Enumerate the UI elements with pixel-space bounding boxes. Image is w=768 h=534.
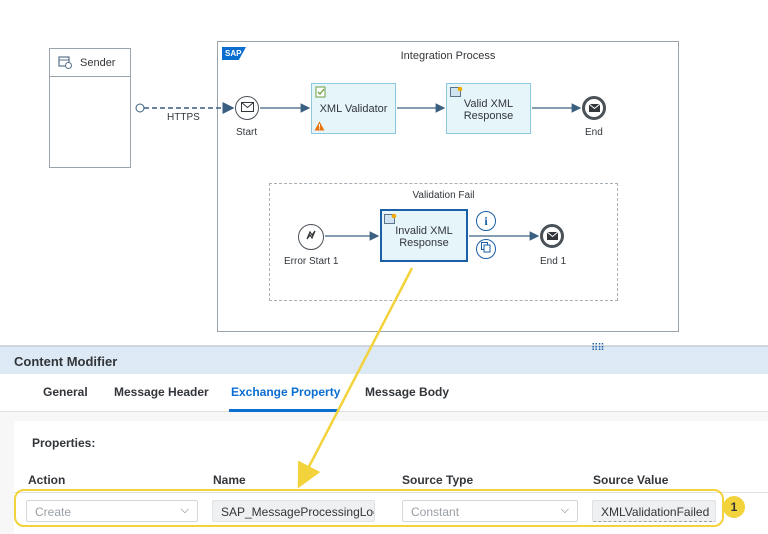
panel-tabs: General Message Header Exchange Property…	[0, 374, 768, 412]
row-highlight-box	[14, 489, 724, 527]
info-button[interactable]: i	[476, 211, 496, 231]
start-event[interactable]	[235, 96, 259, 120]
copy-button[interactable]	[476, 239, 496, 259]
envelope-filled-icon	[546, 227, 558, 245]
envelope-filled-icon	[588, 99, 600, 117]
error-lightning-icon	[305, 228, 317, 246]
error-start-event[interactable]	[298, 224, 324, 250]
start-event-label: Start	[236, 127, 258, 138]
tab-message-body[interactable]: Message Body	[365, 385, 449, 399]
column-name: Name	[213, 473, 246, 487]
column-action: Action	[28, 473, 66, 487]
valid-xml-response-task[interactable]: Valid XML Response	[446, 83, 531, 134]
sender-pool[interactable]: Sender	[49, 48, 131, 168]
content-modifier-panel: ⠿⠿ Content Modifier General Message Head…	[0, 343, 768, 534]
tab-general[interactable]: General	[43, 385, 88, 399]
valid-xml-response-label-2: Response	[463, 110, 514, 122]
info-icon: i	[484, 213, 488, 228]
stage: Sender SAP Integration Process Start XML…	[0, 0, 768, 534]
end1-event[interactable]	[540, 224, 564, 248]
end-event-label: End	[585, 127, 603, 138]
envelope-icon	[240, 99, 254, 117]
end-event[interactable]	[582, 96, 606, 120]
sender-icon	[58, 56, 72, 74]
tab-message-header[interactable]: Message Header	[114, 385, 209, 399]
callout-badge: 1	[723, 496, 745, 518]
column-source-value: Source Value	[593, 473, 669, 487]
panel-title: Content Modifier	[14, 354, 118, 369]
column-source-type: Source Type	[402, 473, 474, 487]
panel-title-bar: ⠿⠿ Content Modifier	[0, 343, 768, 374]
validator-icon	[315, 86, 327, 101]
warning-icon	[314, 121, 325, 134]
end1-event-label: End 1	[540, 256, 567, 267]
invalid-xml-response-label-1: Invalid XML	[395, 225, 453, 237]
copy-icon	[481, 242, 491, 256]
xml-validator-label: XML Validator	[319, 103, 388, 115]
properties-label: Properties:	[32, 436, 96, 450]
https-connection-label: HTTPS	[167, 112, 200, 123]
integration-process-title: Integration Process	[400, 50, 496, 62]
resize-grip-icon[interactable]: ⠿⠿	[591, 343, 605, 354]
process-canvas[interactable]: Sender SAP Integration Process Start XML…	[0, 0, 768, 345]
invalid-xml-response-label-2: Response	[399, 237, 449, 249]
valid-xml-response-label-1: Valid XML	[463, 98, 514, 110]
error-start-label: Error Start 1	[284, 256, 339, 267]
validation-fail-title: Validation Fail	[412, 190, 475, 201]
sender-header: Sender	[50, 49, 130, 77]
invalid-xml-response-task[interactable]: Invalid XML Response	[380, 209, 468, 262]
xml-validator-task[interactable]: XML Validator	[311, 83, 396, 134]
active-tab-indicator	[229, 409, 339, 412]
sender-label: Sender	[80, 57, 116, 69]
tab-exchange-property[interactable]: Exchange Property	[231, 385, 340, 399]
